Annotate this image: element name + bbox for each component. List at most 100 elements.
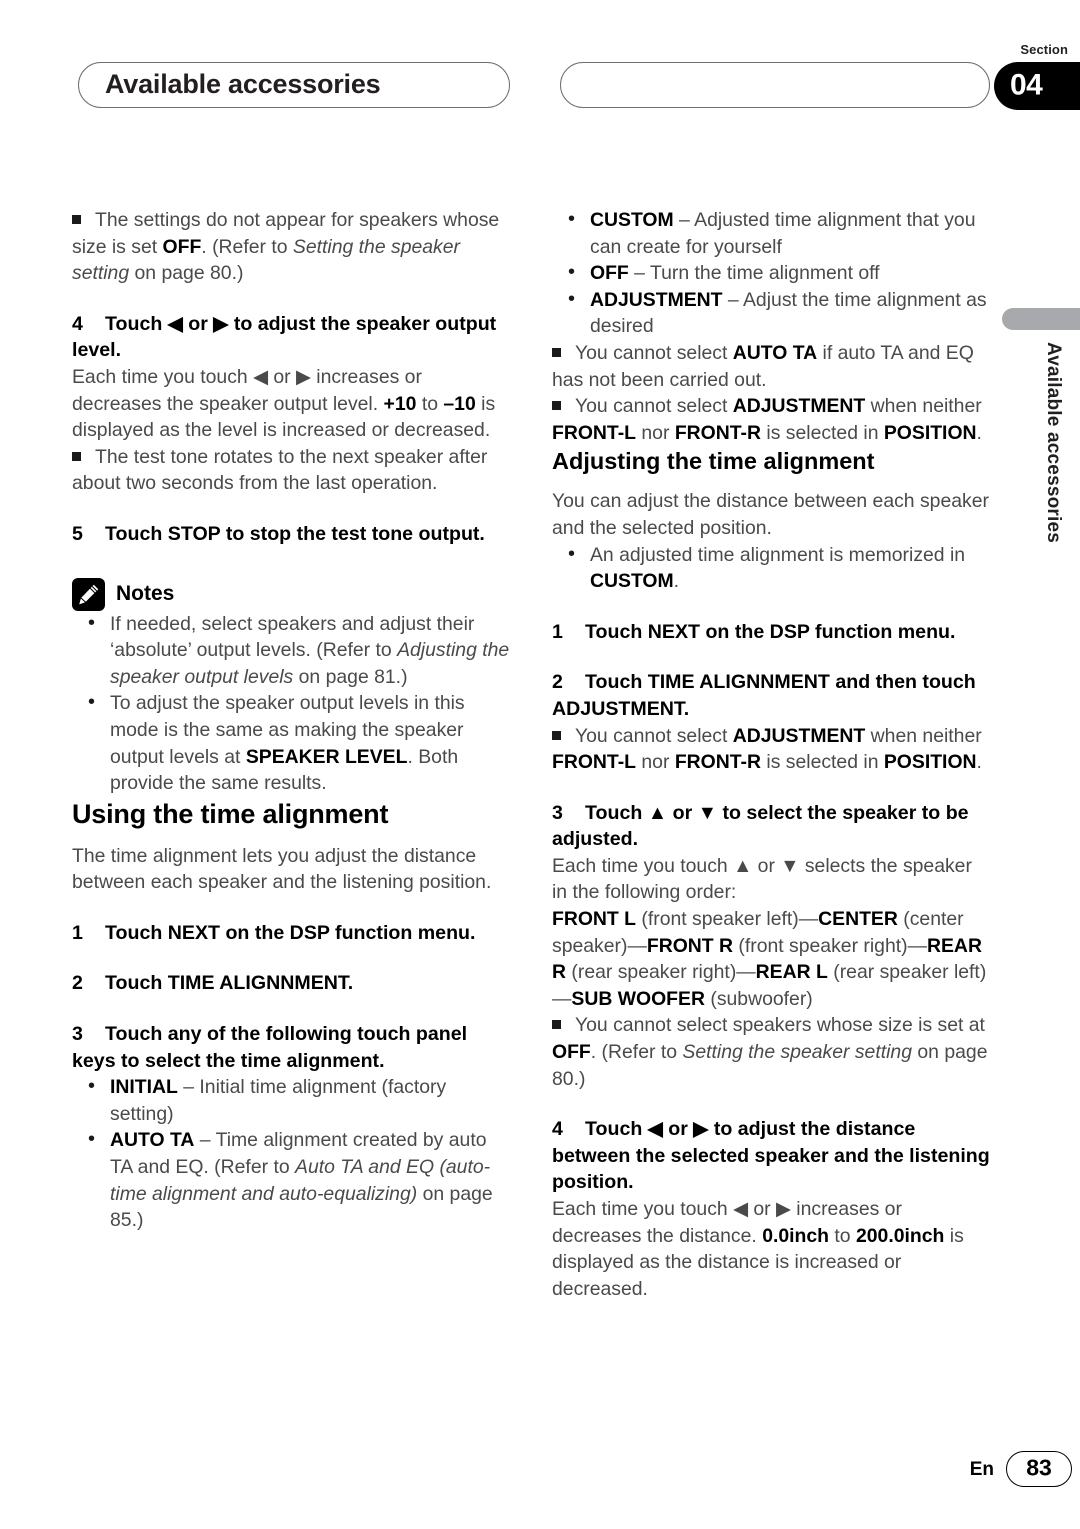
- notes-title: Notes: [116, 581, 175, 605]
- section-number: 04: [1010, 68, 1043, 102]
- square-bullet-icon: [552, 1012, 562, 1039]
- step-3-heading: 3 Touch any of the following touch panel …: [72, 1021, 512, 1074]
- step-number: 4: [552, 1118, 563, 1141]
- body-bold: +10: [383, 392, 417, 415]
- pencil-icon: [72, 577, 105, 611]
- note-adjustment-2: You cannot select ADJUSTMENT when neithe…: [552, 723, 992, 776]
- note-bold: OFF: [552, 1041, 591, 1064]
- speaker-desc: (subwoofer): [704, 987, 813, 1010]
- list-item: INITIAL – Initial time alignment (factor…: [72, 1073, 512, 1127]
- square-bullet-icon: [552, 340, 562, 367]
- note-speakers-off-right: You cannot select speakers whose size is…: [552, 1012, 992, 1092]
- step-number: 3: [72, 1023, 83, 1046]
- square-bullet-icon: [552, 723, 562, 750]
- intro-bullet-list: An adjusted time alignment is memorized …: [552, 541, 992, 595]
- note-text: You cannot select: [575, 724, 733, 747]
- speaker-desc: (front speaker right)—: [733, 934, 927, 957]
- note-bold: ADJUSTMENT: [732, 395, 866, 418]
- note-bold: SPEAKER LEVEL: [245, 745, 408, 768]
- page-number: 83: [1026, 1454, 1052, 1481]
- speaker-desc: (rear speaker right)—: [566, 961, 756, 984]
- note-text: nor: [636, 421, 675, 444]
- step-1-heading: 1 Touch NEXT on the DSP function menu.: [552, 619, 992, 646]
- body-text: to: [829, 1224, 856, 1247]
- list-item: To adjust the speaker output levels in t…: [72, 689, 512, 796]
- step-text: Touch any of the following touch panel k…: [72, 1023, 468, 1072]
- square-bullet-icon: [552, 393, 562, 420]
- section-label: Section: [1020, 42, 1068, 57]
- note-adjustment-1: You cannot select ADJUSTMENT when neithe…: [552, 393, 992, 446]
- body-text: to: [416, 392, 444, 415]
- option-key: OFF: [590, 262, 629, 285]
- side-tab-bar: [1002, 308, 1080, 330]
- step-text: Touch NEXT on the DSP function menu.: [585, 620, 956, 643]
- list-item: An adjusted time alignment is memorized …: [552, 541, 992, 595]
- chapter-title-pill: Available accessories: [78, 62, 510, 108]
- page-footer: En 83: [0, 1451, 1080, 1491]
- option-desc: – Turn the time alignment off: [628, 262, 880, 285]
- step-5-heading: 5 Touch STOP to stop the test tone output…: [72, 521, 512, 548]
- note-text: . (Refer to: [201, 235, 293, 258]
- option-key: INITIAL: [110, 1076, 178, 1099]
- note-bold: CUSTOM: [590, 570, 674, 593]
- note-italic-ref: Setting the speaker setting: [682, 1041, 912, 1064]
- time-alignment-options-list: INITIAL – Initial time alignment (factor…: [72, 1073, 512, 1234]
- section-intro: You can adjust the distance between each…: [552, 490, 989, 539]
- list-item: CUSTOM – Adjusted time alignment that yo…: [552, 206, 992, 260]
- note-bold: ADJUSTMENT: [732, 724, 866, 747]
- language-code: En: [969, 1459, 994, 1480]
- step-number: 5: [72, 522, 83, 545]
- step-2-heading: 2 Touch TIME ALIGNNMENT.: [72, 970, 512, 997]
- option-key: ADJUSTMENT: [590, 288, 723, 311]
- note-text: You cannot select: [575, 395, 733, 418]
- body-text: Each time you touch ◀ or ▶ increases or …: [72, 365, 422, 415]
- section-heading-using-time-alignment: Using the time alignment: [72, 798, 389, 829]
- body-bold: 200.0inch: [855, 1224, 945, 1247]
- option-key: CUSTOM: [590, 209, 674, 231]
- speaker-key: CENTER: [818, 908, 898, 931]
- section-intro: The time alignment lets you adjust the d…: [72, 844, 492, 894]
- step-2-heading: 2 Touch TIME ALIGNNMENT and then touch AD…: [552, 669, 992, 722]
- note-text: You cannot select: [575, 341, 733, 364]
- note-text: .: [673, 570, 680, 593]
- note-text: .: [976, 751, 982, 774]
- note-bold: POSITION: [883, 421, 977, 444]
- note-text: You cannot select speakers whose size is…: [575, 1014, 985, 1037]
- step-text: Touch NEXT on the DSP function menu.: [105, 921, 476, 944]
- page-number-badge: 83: [1006, 1451, 1072, 1487]
- pencil-glyph: [79, 584, 99, 604]
- notes-list: If needed, select speakers and adjust th…: [72, 610, 512, 797]
- step-4-heading: 4 Touch ◀ or ▶ to adjust the speaker outp…: [72, 311, 512, 364]
- step-number: 4: [72, 312, 83, 335]
- page-header: Available accessories: [0, 62, 1080, 118]
- body-bold: –10: [443, 392, 476, 415]
- note-text: is selected in: [761, 751, 884, 774]
- step-3-heading: 3 Touch ▲ or ▼ to select the speaker to b…: [552, 800, 992, 853]
- step-4-heading: 4 Touch ◀ or ▶ to adjust the distance bet…: [552, 1116, 992, 1196]
- left-column: The settings do not appear for speakers …: [72, 207, 512, 1234]
- side-tab: Available accessories: [1000, 308, 1080, 608]
- list-item: ADJUSTMENT – Adjust the time alignment a…: [552, 286, 992, 340]
- note-bold: FRONT-R: [674, 751, 761, 774]
- note-bold: FRONT-L: [552, 751, 637, 774]
- note-test-tone: The test tone rotates to the next speake…: [72, 444, 512, 497]
- speaker-key: REAR L: [755, 961, 828, 984]
- note-bold: FRONT-L: [552, 421, 637, 444]
- note-text: . (Refer to: [590, 1041, 683, 1064]
- step-text: Touch ◀ or ▶ to adjust the distance betw…: [552, 1118, 990, 1194]
- step-3-body: Each time you touch ▲ or ▼ selects the s…: [552, 854, 972, 904]
- note-text: An adjusted time alignment is memorized …: [590, 543, 966, 566]
- note-bold: AUTO TA: [732, 341, 818, 364]
- step-1-heading: 1 Touch NEXT on the DSP function menu.: [72, 920, 512, 947]
- list-item: If needed, select speakers and adjust th…: [72, 610, 512, 691]
- section-heading-adjusting-time-alignment: Adjusting the time alignment: [552, 448, 875, 475]
- speaker-desc: (front speaker left)—: [636, 908, 819, 931]
- note-bold: OFF: [162, 235, 202, 258]
- speaker-key: FRONT R: [646, 934, 734, 957]
- speaker-key: SUB WOOFER: [571, 987, 705, 1010]
- step-number: 2: [72, 972, 83, 995]
- note-auto-ta: You cannot select AUTO TA if auto TA and…: [552, 340, 992, 393]
- option-key: AUTO TA: [110, 1129, 195, 1152]
- speaker-key: FRONT L: [552, 908, 637, 931]
- note-bold: POSITION: [883, 751, 977, 774]
